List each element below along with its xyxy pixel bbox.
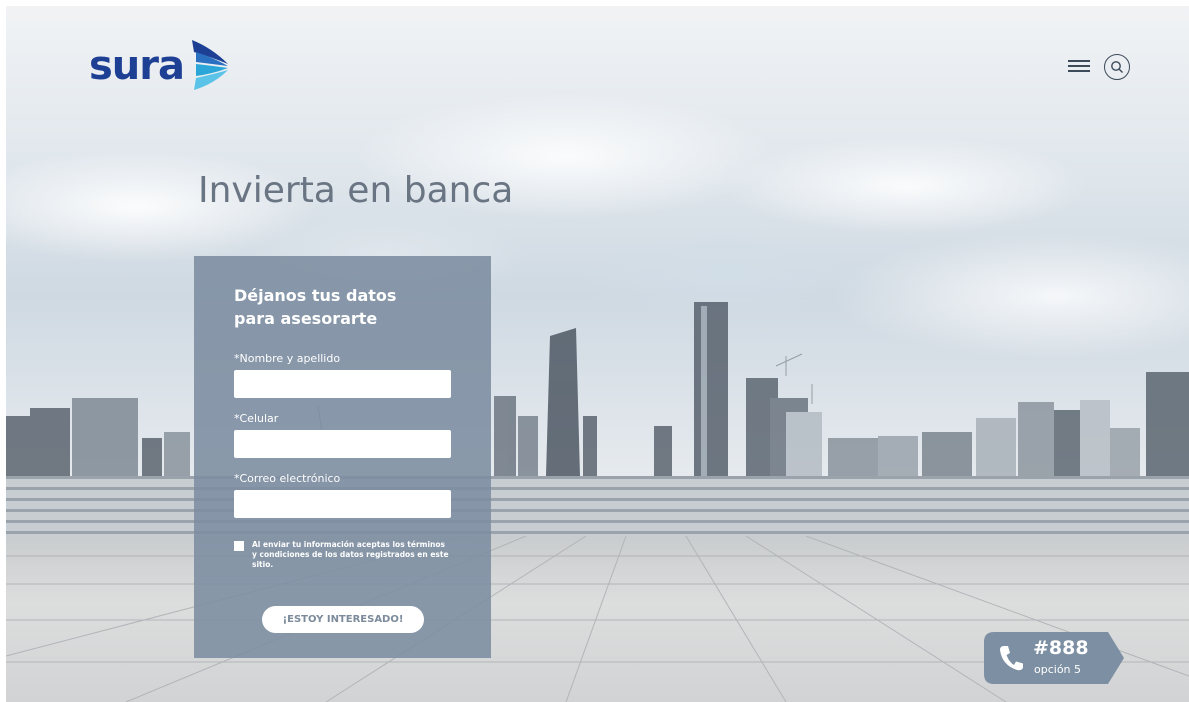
contact-badge[interactable]: #888 opción 5 — [984, 632, 1124, 684]
contact-number: #888 — [1033, 637, 1089, 659]
search-glyph — [1111, 61, 1123, 73]
logo-wing-icon — [192, 40, 229, 90]
landing-page: sura Invierta en banca Déjanos tus datos… — [6, 6, 1189, 702]
lead-form-panel: Déjanos tus datos para asesorarte *Nombr… — [194, 256, 491, 658]
hamburger-menu-icon[interactable] — [1068, 60, 1090, 76]
email-label: *Correo electrónico — [234, 472, 341, 485]
stone-steps — [6, 476, 1189, 538]
form-title: Déjanos tus datos para asesorarte — [234, 284, 451, 330]
contact-option: opción 5 — [1034, 663, 1082, 676]
submit-button[interactable]: ¡ESTOY INTERESADO! — [262, 606, 424, 633]
email-input[interactable] — [234, 490, 451, 518]
name-input[interactable] — [234, 370, 451, 398]
terms-text: Al enviar tu información aceptas los tér… — [252, 540, 451, 570]
hero-title: Invierta en banca — [198, 170, 514, 211]
terms-line1: Al enviar tu información aceptas los tér… — [252, 540, 445, 549]
phone-icon — [1000, 646, 1023, 671]
terms-row: Al enviar tu información aceptas los tér… — [234, 540, 451, 570]
phone-input[interactable] — [234, 430, 451, 458]
logo-wordmark: sura — [89, 43, 185, 89]
phone-label: *Celular — [234, 412, 279, 425]
terms-line2: y condiciones de los datos registrados e… — [252, 550, 449, 569]
name-label: *Nombre y apellido — [234, 352, 341, 365]
form-title-line2: para asesorarte — [234, 309, 378, 328]
sura-logo[interactable]: sura — [89, 38, 232, 94]
terms-checkbox[interactable] — [234, 541, 244, 551]
form-title-line1: Déjanos tus datos — [234, 286, 397, 305]
search-icon[interactable] — [1104, 54, 1130, 80]
